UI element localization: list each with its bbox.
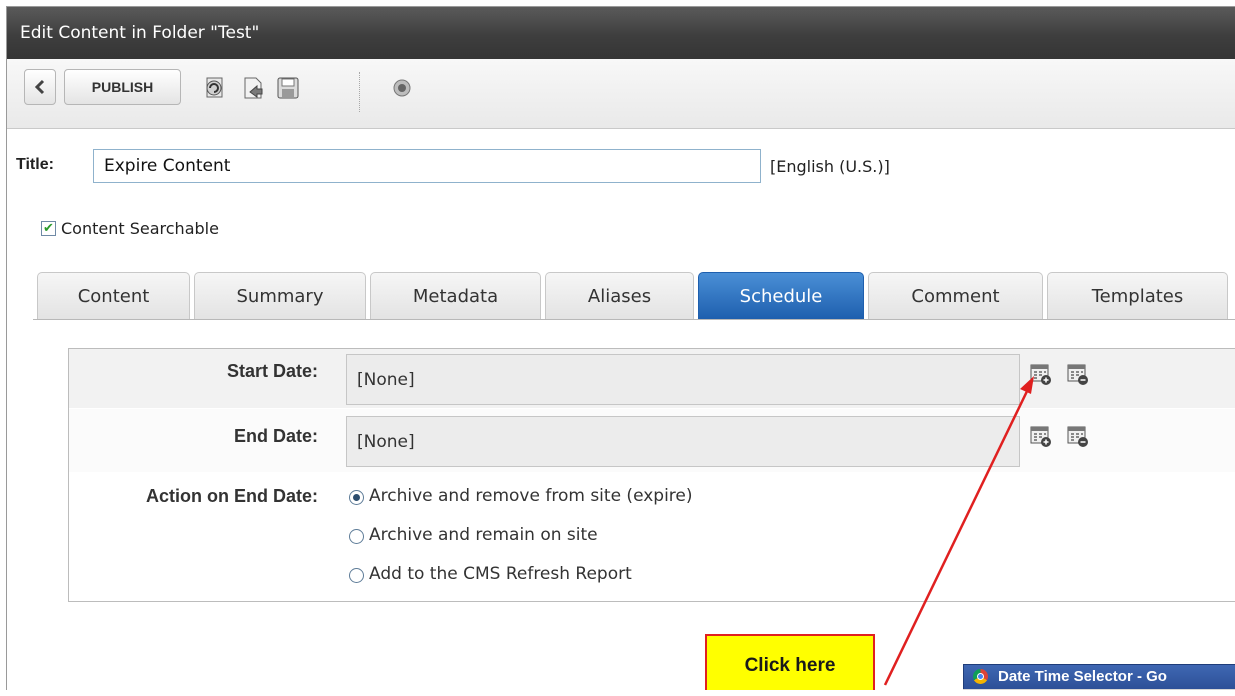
content-searchable-checkbox[interactable]: ✔	[41, 221, 56, 236]
radio-refresh-report-label: Add to the CMS Refresh Report	[369, 564, 632, 584]
calendar-clear-icon[interactable]	[1066, 362, 1090, 386]
window-title: Edit Content in Folder "Test"	[7, 7, 1235, 59]
calendar-clear-icon[interactable]	[1066, 424, 1090, 448]
content-searchable-label: Content Searchable	[61, 219, 219, 238]
tab-content[interactable]: Content	[37, 272, 190, 319]
action-on-end-date-label: Action on End Date:	[146, 486, 318, 506]
radio-archive-remain[interactable]	[349, 529, 364, 544]
radio-archive-remain-label: Archive and remain on site	[369, 525, 598, 545]
tab-templates[interactable]: Templates	[1047, 272, 1228, 319]
date-time-selector-window[interactable]: Date Time Selector - Go	[963, 664, 1235, 690]
tab-divider	[33, 319, 1235, 320]
end-date-field[interactable]: [None]	[346, 416, 1020, 467]
radio-archive-expire[interactable]	[349, 490, 364, 505]
toolbar: PUBLISH	[7, 59, 1235, 129]
radio-refresh-report[interactable]	[349, 568, 364, 583]
annotation-callout: Click here	[705, 634, 875, 690]
start-date-field[interactable]: [None]	[346, 354, 1020, 405]
tab-metadata[interactable]: Metadata	[370, 272, 541, 319]
save-icon[interactable]	[275, 75, 301, 101]
tab-schedule[interactable]: Schedule	[698, 272, 864, 319]
title-input[interactable]	[93, 149, 761, 183]
title-label: Title:	[16, 156, 54, 173]
radio-archive-expire-label: Archive and remove from site (expire)	[369, 486, 693, 506]
tab-summary[interactable]: Summary	[194, 272, 366, 319]
tab-aliases[interactable]: Aliases	[545, 272, 694, 319]
toolbar-separator	[359, 72, 361, 112]
calendar-select-icon[interactable]	[1029, 362, 1053, 386]
back-button[interactable]	[24, 69, 56, 105]
start-date-label: Start Date:	[226, 361, 318, 381]
chrome-icon	[973, 669, 988, 684]
language-label: [English (U.S.)]	[770, 157, 890, 176]
help-icon[interactable]	[392, 78, 412, 98]
publish-button[interactable]: PUBLISH	[64, 69, 181, 105]
calendar-select-icon[interactable]	[1029, 424, 1053, 448]
end-date-label: End Date:	[233, 426, 318, 446]
checkin-icon[interactable]	[202, 75, 228, 101]
tab-comment[interactable]: Comment	[868, 272, 1043, 319]
chevron-left-icon	[34, 79, 45, 95]
preview-icon[interactable]	[240, 75, 266, 101]
